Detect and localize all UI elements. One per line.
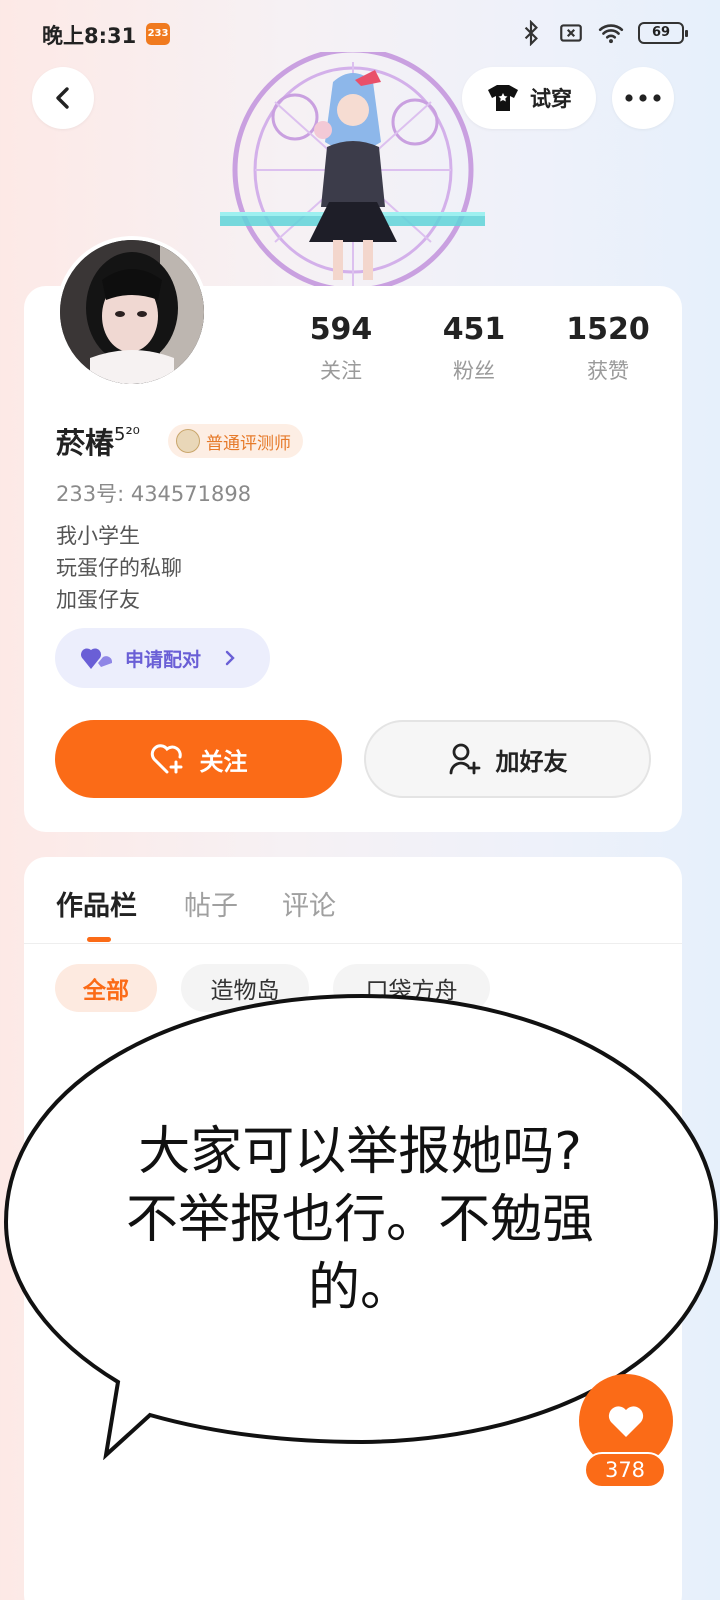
- followers-count: 451: [442, 312, 506, 347]
- more-dots-icon: [625, 94, 661, 102]
- avatar-3d-character-image[interactable]: [215, 52, 490, 288]
- add-friend-button[interactable]: 加好友: [364, 720, 651, 798]
- reviewer-badge-label: 普通评测师: [206, 433, 291, 454]
- tab-works[interactable]: 作品栏: [56, 884, 137, 923]
- add-friend-label: 加好友: [495, 747, 568, 776]
- likes-stat[interactable]: 1520 获赞: [548, 312, 668, 385]
- battery-icon: 69: [638, 22, 688, 44]
- follow-button[interactable]: 关注: [55, 720, 342, 798]
- user-id: 233号: 434571898: [56, 482, 252, 506]
- bio: 我小学生 玩蛋仔的私聊 加蛋仔友: [56, 520, 182, 616]
- speech-line: 大家可以举报她吗?: [138, 1122, 582, 1182]
- back-arrow-icon: [56, 87, 69, 109]
- try-on-label: 试穿: [530, 87, 572, 111]
- add-person-icon: [449, 743, 480, 775]
- reviewer-avatar-icon: [176, 429, 200, 453]
- chevron-right-icon: [225, 650, 235, 666]
- speech-line: 的。: [307, 1258, 412, 1318]
- bluetooth-icon: [524, 20, 538, 46]
- following-count: 594: [309, 312, 373, 347]
- tab-posts[interactable]: 帖子: [184, 884, 238, 923]
- heart-plus-icon: [150, 744, 182, 774]
- follow-label: 关注: [199, 747, 248, 776]
- sim-off-icon: [560, 24, 582, 42]
- app-notification-badge: 233: [146, 23, 170, 45]
- more-options-button[interactable]: [612, 67, 674, 129]
- tshirt-icon: [488, 85, 518, 111]
- tab-comments[interactable]: 评论: [282, 884, 336, 923]
- wifi-icon: [598, 24, 624, 44]
- back-button[interactable]: [32, 67, 94, 129]
- request-pair-button[interactable]: 申请配对: [55, 628, 270, 688]
- likes-count: 1520: [566, 312, 650, 347]
- bio-line: 玩蛋仔的私聊: [56, 556, 182, 580]
- username-text: 菸椿: [56, 426, 115, 460]
- status-time: 晚上8:31: [42, 24, 137, 48]
- username-superscript: 5²⁰: [114, 424, 140, 445]
- username: 菸椿5²⁰: [56, 420, 140, 462]
- following-label: 关注: [320, 359, 362, 383]
- following-stat[interactable]: 594 关注: [281, 312, 401, 385]
- like-count: 378: [584, 1452, 666, 1488]
- likes-label: 获赞: [587, 359, 629, 383]
- heart-icon: [608, 1406, 644, 1437]
- request-pair-label: 申请配对: [125, 648, 202, 671]
- pair-hearts-icon: [81, 648, 113, 669]
- followers-label: 粉丝: [453, 359, 495, 383]
- status-icons: 69: [518, 20, 688, 46]
- try-on-button[interactable]: 试穿: [462, 67, 596, 129]
- bio-line: 加蛋仔友: [56, 588, 140, 612]
- bio-line: 我小学生: [56, 524, 140, 548]
- active-tab-indicator: [87, 937, 111, 942]
- reviewer-badge[interactable]: 普通评测师: [168, 424, 303, 458]
- speech-line: 不举报也行。不勉强: [125, 1190, 594, 1250]
- followers-stat[interactable]: 451 粉丝: [414, 312, 534, 385]
- tab-divider: [24, 943, 682, 944]
- speech-bubble-text: 大家可以举报她吗? 不举报也行。不勉强 的。: [100, 1118, 620, 1322]
- stats-row: 594 关注 451 粉丝 1520 获赞: [0, 312, 720, 392]
